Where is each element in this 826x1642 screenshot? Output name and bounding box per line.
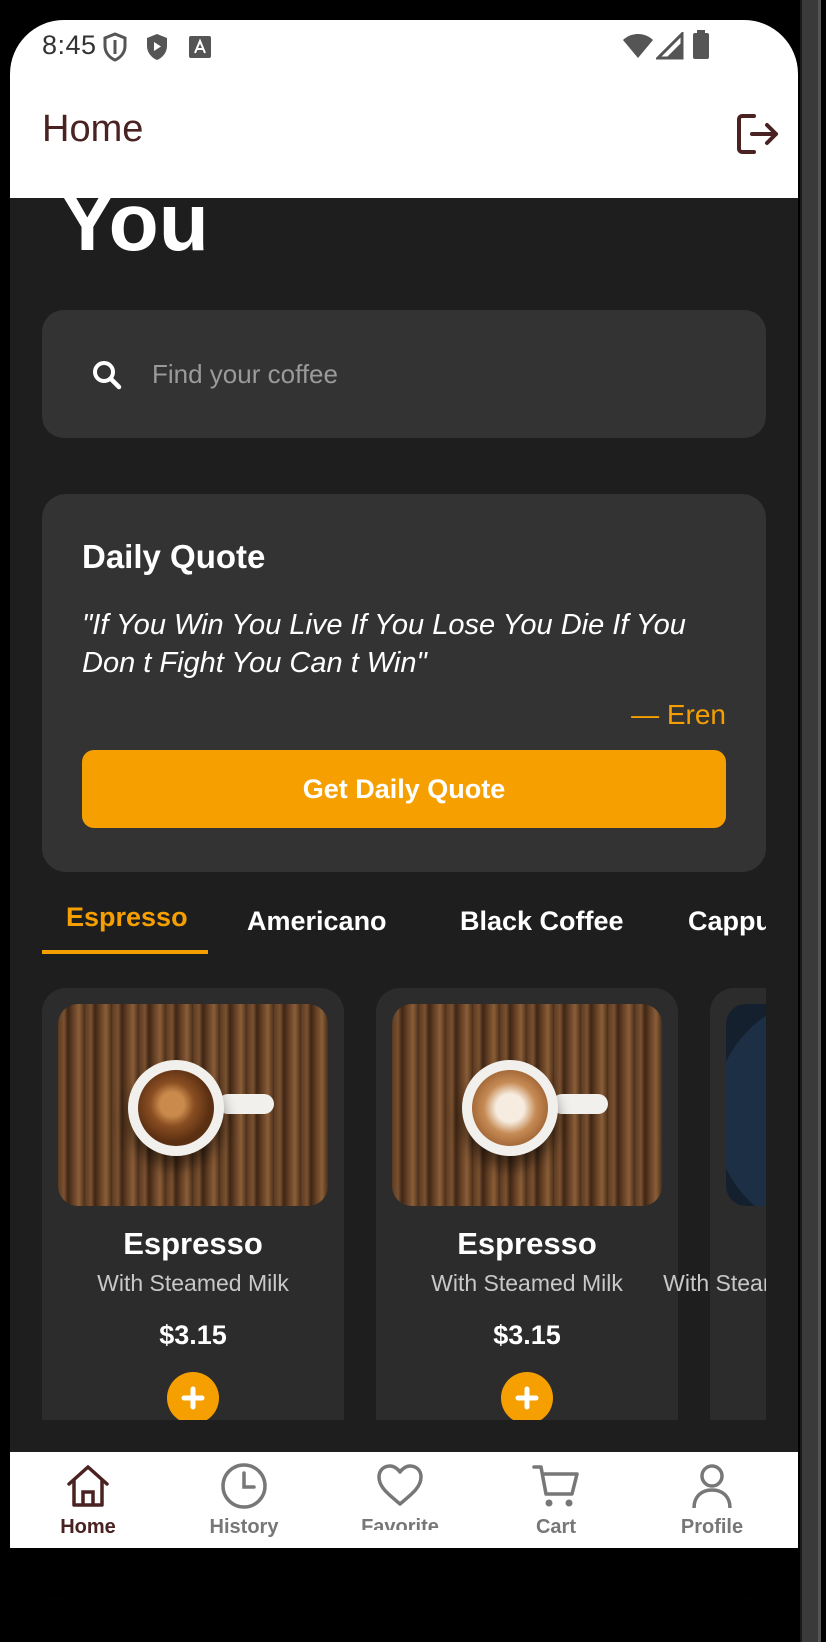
search-bar[interactable] xyxy=(42,310,766,438)
search-input[interactable] xyxy=(150,348,714,400)
home-indicator[interactable] xyxy=(296,1530,512,1538)
tab-black-coffee[interactable]: Black Coffee xyxy=(460,906,624,937)
tab-americano[interactable]: Americano xyxy=(247,906,387,937)
product-price: $3.15 xyxy=(493,1320,561,1350)
product-subtitle: With Steamed Milk xyxy=(97,1270,289,1296)
heart-icon xyxy=(377,1464,423,1506)
tab-espresso[interactable]: Espresso xyxy=(66,902,188,933)
product-subtitle: With Steamed Milk xyxy=(663,1270,766,1296)
signal-icon xyxy=(656,32,684,60)
nav-profile[interactable]: Profile xyxy=(634,1452,790,1548)
product-price: $3.15 xyxy=(159,1320,227,1350)
product-carousel[interactable]: Espresso With Steamed Milk $3.15 Espress… xyxy=(42,988,766,1420)
product-image xyxy=(58,1004,328,1206)
product-image xyxy=(392,1004,662,1206)
gesture-bar-area xyxy=(10,1548,798,1600)
history-icon xyxy=(221,1463,267,1509)
wifi-icon xyxy=(623,34,653,58)
status-time: 8:45 xyxy=(42,30,97,60)
product-card[interactable]: Espresso With Steamed Milk $3.15 xyxy=(376,988,678,1420)
app-bar: Home xyxy=(10,80,798,198)
battery-icon xyxy=(693,30,709,59)
quote-text: "If You Win You Live If You Lose You Die… xyxy=(82,609,686,679)
product-card[interactable]: Espresso With Steamed Milk $3.15 xyxy=(42,988,344,1420)
phone-screen: 8:45 Home You Find your coffee Daily Quo… xyxy=(10,20,798,1600)
nav-label: Home xyxy=(60,1516,116,1538)
product-image xyxy=(726,1004,766,1206)
active-tab-indicator xyxy=(42,950,208,954)
page-title: Home xyxy=(42,108,144,150)
quote-author: — Eren xyxy=(631,699,726,730)
get-daily-quote-button[interactable]: Get Daily Quote xyxy=(82,750,726,828)
product-card[interactable]: With Steamed Milk xyxy=(663,988,766,1420)
product-name: Espresso xyxy=(123,1226,263,1261)
nav-label: Profile xyxy=(680,1516,744,1538)
add-to-cart-button[interactable] xyxy=(501,1372,553,1420)
add-to-cart-button[interactable] xyxy=(167,1372,219,1420)
main-content[interactable]: You Daily Quote "If You Win You Live If … xyxy=(10,198,798,1420)
profile-icon xyxy=(692,1464,732,1509)
quote-card-title: Daily Quote xyxy=(82,538,266,575)
search-icon xyxy=(93,361,122,390)
nav-home[interactable]: Home xyxy=(10,1452,166,1548)
category-tabs: Espresso Americano Black Coffee Cappucci… xyxy=(42,898,766,958)
status-bar: 8:45 xyxy=(10,20,798,80)
plus-icon xyxy=(515,1386,539,1410)
logout-icon[interactable] xyxy=(734,110,782,158)
font-a-icon xyxy=(189,36,211,58)
product-name: Espresso xyxy=(457,1226,597,1261)
shield-outline-icon xyxy=(103,32,127,62)
cart-icon xyxy=(532,1465,579,1507)
greeting-heading: You xyxy=(60,198,209,268)
daily-quote-card: Daily Quote "If You Win You Live If You … xyxy=(42,494,766,872)
plus-icon xyxy=(181,1386,205,1410)
device-frame-edge xyxy=(800,0,821,1642)
shield-play-icon xyxy=(147,34,167,60)
tab-cappuccino[interactable]: Cappuccino xyxy=(688,906,766,937)
home-icon xyxy=(67,1465,109,1507)
